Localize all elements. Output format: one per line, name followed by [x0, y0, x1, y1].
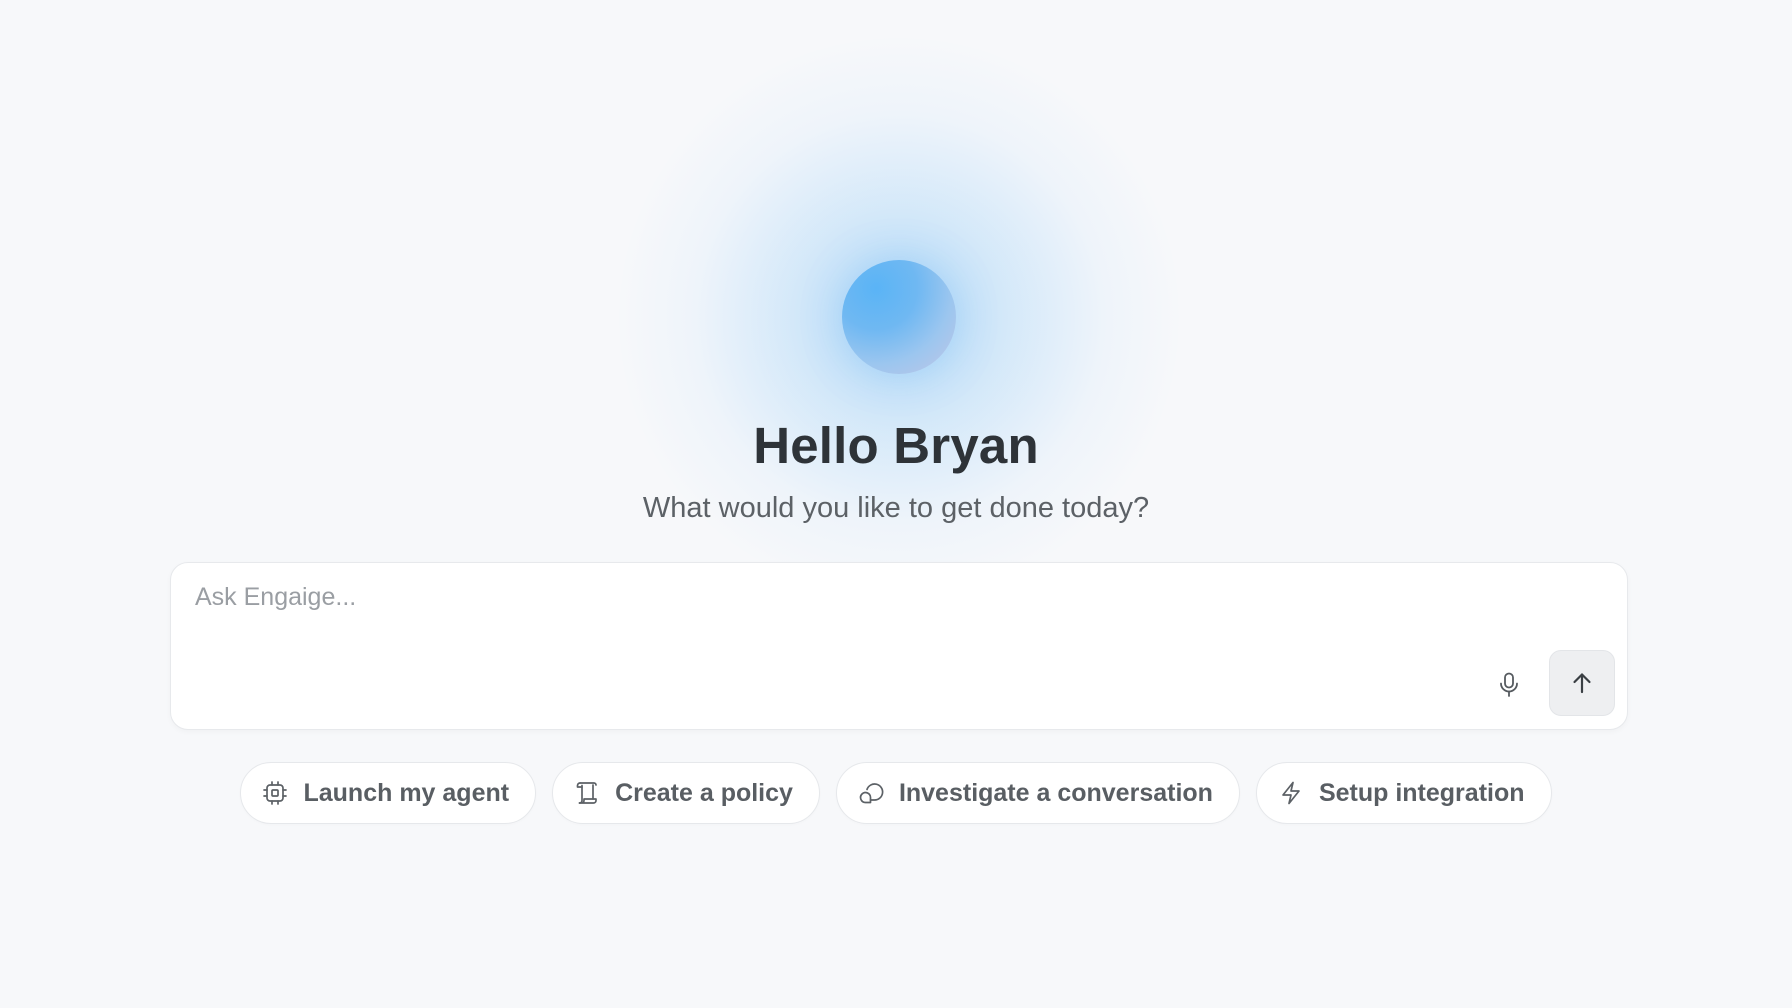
greeting-title: Hello Bryan	[753, 417, 1039, 474]
suggestion-investigate-conversation[interactable]: Investigate a conversation	[835, 762, 1240, 824]
microphone-button[interactable]	[1489, 665, 1529, 705]
scroll-icon	[573, 779, 601, 807]
arrow-up-icon	[1573, 673, 1591, 694]
lightning-icon	[1277, 779, 1305, 807]
suggestion-create-policy[interactable]: Create a policy	[552, 762, 820, 824]
microphone-icon	[1500, 672, 1518, 697]
home-screen: Hello Bryan What would you like to get d…	[0, 0, 1792, 1008]
greeting-subtitle: What would you like to get done today?	[642, 492, 1150, 524]
suggestion-label: Setup integration	[1318, 778, 1525, 807]
chat-composer	[170, 562, 1628, 730]
chat-bubble-icon	[857, 779, 885, 807]
suggestion-label: Create a policy	[615, 778, 793, 807]
suggestion-setup-integration[interactable]: Setup integration	[1255, 762, 1552, 824]
ask-input[interactable]	[193, 581, 1497, 655]
suggestion-chips: Launch my agent Create a policy Investig…	[0, 762, 1792, 824]
chip-icon	[261, 779, 289, 807]
send-button[interactable]	[1549, 650, 1615, 716]
suggestion-label: Investigate a conversation	[898, 778, 1213, 807]
assistant-orb	[842, 260, 956, 374]
suggestion-label: Launch my agent	[303, 778, 510, 807]
suggestion-launch-agent[interactable]: Launch my agent	[240, 762, 537, 824]
